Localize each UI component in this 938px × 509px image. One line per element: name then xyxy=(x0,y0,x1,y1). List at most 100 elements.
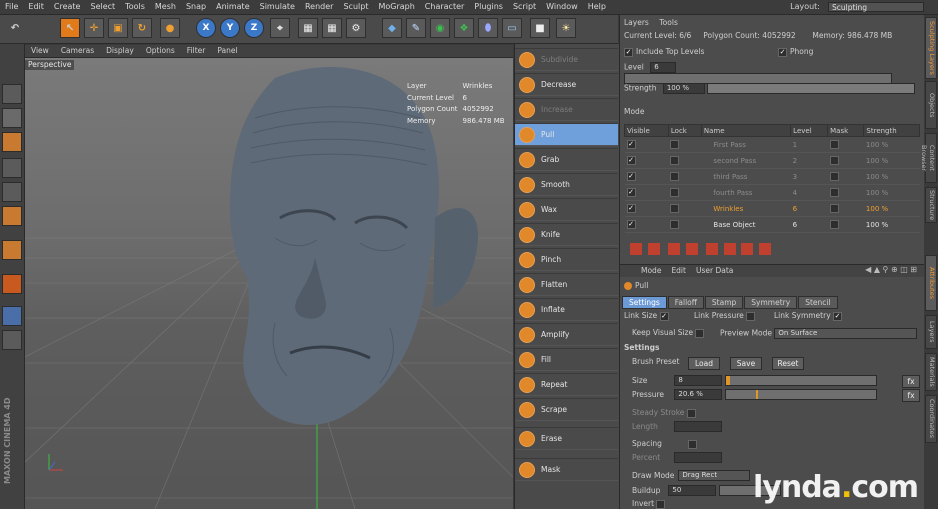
side-tab-layers[interactable]: Layers xyxy=(925,315,937,349)
light-icon[interactable]: ☀ xyxy=(556,18,576,38)
undo-icon[interactable]: ↶ xyxy=(4,18,26,38)
lock-workplane-icon[interactable] xyxy=(2,330,22,350)
menu-window[interactable]: Window xyxy=(541,0,583,14)
camera-label[interactable]: Perspective xyxy=(25,60,75,70)
side-tab-content-browser[interactable]: Content Browser xyxy=(920,133,937,183)
subdivision-surface-icon[interactable]: ◉ xyxy=(430,18,450,38)
brush-grab[interactable]: Grab xyxy=(515,148,618,171)
invert-checkbox[interactable] xyxy=(656,499,666,509)
lock-checkbox[interactable] xyxy=(670,188,680,197)
render-settings-icon[interactable]: ⚙ xyxy=(346,18,366,38)
cube-primitive-icon[interactable]: ◆ xyxy=(382,18,402,38)
camera-icon[interactable]: ■ xyxy=(530,18,550,38)
edges-mode-icon[interactable] xyxy=(2,182,22,202)
column-name[interactable]: Name xyxy=(700,124,792,137)
lock-checkbox[interactable] xyxy=(670,172,680,181)
column-strength[interactable]: Strength xyxy=(863,124,920,137)
visible-checkbox[interactable]: ✓ xyxy=(626,156,636,165)
link-symmetry-checkbox[interactable]: ✓ xyxy=(833,311,843,321)
merge-visible-icon[interactable] xyxy=(723,243,736,255)
brush-increase[interactable]: Increase xyxy=(515,98,618,121)
attributes-menu-user-data[interactable]: User Data xyxy=(691,265,738,277)
brush-knife[interactable]: Knife xyxy=(515,223,618,246)
lock-checkbox[interactable] xyxy=(670,156,680,165)
include-top-levels-checkbox[interactable]: ✓ xyxy=(624,47,633,57)
pressure-fx-button[interactable]: fx xyxy=(902,389,920,402)
snap-magnet-icon[interactable] xyxy=(2,274,22,294)
column-mask[interactable]: Mask xyxy=(827,124,865,137)
array-generator-icon[interactable]: ❖ xyxy=(454,18,474,38)
deformer-icon[interactable]: ⬮ xyxy=(478,18,498,38)
menu-create[interactable]: Create xyxy=(49,0,86,14)
visible-checkbox[interactable]: ✓ xyxy=(626,172,636,181)
steady-stroke-checkbox[interactable] xyxy=(686,408,696,418)
live-selection-icon[interactable]: ↖ xyxy=(60,18,80,38)
side-tab-sculpting-layers[interactable]: Sculpting Layers xyxy=(925,17,937,79)
render-picture-viewer-icon[interactable]: ▦ xyxy=(322,18,342,38)
menu-help[interactable]: Help xyxy=(583,0,611,14)
brush-amplify[interactable]: Amplify xyxy=(515,323,618,346)
menu-edit[interactable]: Edit xyxy=(23,0,49,14)
menu-file[interactable]: File xyxy=(0,0,23,14)
workplane-icon[interactable] xyxy=(2,306,22,326)
menu-tools[interactable]: Tools xyxy=(120,0,150,14)
load-button[interactable]: Load xyxy=(688,357,720,370)
link-size-checkbox[interactable]: ✓ xyxy=(659,311,669,321)
add-folder-icon[interactable] xyxy=(647,243,660,255)
pressure-field[interactable]: 20.6 % xyxy=(674,389,723,400)
axis-mode-icon[interactable] xyxy=(2,240,22,260)
attributes-menu-edit[interactable]: Edit xyxy=(666,265,691,277)
floor-icon[interactable]: ▭ xyxy=(502,18,522,38)
delete-layer-icon[interactable] xyxy=(668,243,681,255)
rotate-icon[interactable]: ↻ xyxy=(132,18,152,38)
column-visible[interactable]: Visible xyxy=(624,124,669,137)
paste-layer-icon[interactable] xyxy=(758,243,771,255)
visible-checkbox[interactable]: ✓ xyxy=(626,140,636,149)
brush-tool-icon[interactable]: ● xyxy=(160,18,180,38)
scale-icon[interactable]: ▣ xyxy=(108,18,128,38)
lock-checkbox[interactable] xyxy=(670,204,680,213)
subtab-symmetry[interactable]: Symmetry xyxy=(744,296,798,309)
subtab-falloff[interactable]: Falloff xyxy=(667,296,704,309)
clear-layer-icon[interactable] xyxy=(685,243,698,255)
brush-mask[interactable]: Mask xyxy=(515,458,618,481)
brush-wax[interactable]: Wax xyxy=(515,198,618,221)
brush-fill[interactable]: Fill xyxy=(515,348,618,371)
tab-layers[interactable]: Layers xyxy=(620,17,653,28)
z-axis-lock-button[interactable]: Z xyxy=(244,18,264,38)
column-level[interactable]: Level xyxy=(790,124,829,137)
layer-row[interactable]: ✓ fourth Pass 4 100 % xyxy=(624,184,920,201)
spacing-checkbox[interactable] xyxy=(688,439,698,449)
menu-animate[interactable]: Animate xyxy=(211,0,255,14)
lock-checkbox[interactable] xyxy=(670,140,680,149)
mask-checkbox[interactable] xyxy=(829,220,839,229)
polygons-mode-icon[interactable] xyxy=(2,206,22,226)
size-fx-button[interactable]: fx xyxy=(902,375,920,388)
draw-mode-select[interactable]: Drag Rect xyxy=(678,470,751,481)
menu-sculpt[interactable]: Sculpt xyxy=(338,0,373,14)
side-tab-objects[interactable]: Objects xyxy=(925,81,937,129)
mask-checkbox[interactable] xyxy=(829,204,839,213)
attributes-nav-icons[interactable]: ◀ ▲ ⚲ ⊕ ◫ ⊞ xyxy=(865,265,917,274)
menu-mesh[interactable]: Mesh xyxy=(150,0,181,14)
visible-checkbox[interactable]: ✓ xyxy=(626,188,636,197)
brush-flatten[interactable]: Flatten xyxy=(515,273,618,296)
texture-mode-icon[interactable] xyxy=(2,108,22,128)
brush-inflate[interactable]: Inflate xyxy=(515,298,618,321)
copy-layer-icon[interactable] xyxy=(741,243,754,255)
y-axis-lock-button[interactable]: Y xyxy=(220,18,240,38)
lock-checkbox[interactable] xyxy=(670,220,680,229)
viewport-menu-view[interactable]: View xyxy=(25,45,55,57)
column-lock[interactable]: Lock xyxy=(667,124,702,137)
spline-pen-icon[interactable]: ✎ xyxy=(406,18,426,38)
workplane-mode-icon[interactable] xyxy=(2,132,22,152)
layer-row[interactable]: ✓ third Pass 3 100 % xyxy=(624,168,920,185)
phong-checkbox[interactable]: ✓ xyxy=(778,47,787,57)
mask-checkbox[interactable] xyxy=(829,156,839,165)
visible-checkbox[interactable]: ✓ xyxy=(626,220,636,229)
tab-tools[interactable]: Tools xyxy=(655,17,681,28)
visible-checkbox[interactable]: ✓ xyxy=(626,204,636,213)
viewport-menu-cameras[interactable]: Cameras xyxy=(55,45,100,57)
layer-row[interactable]: ✓ Base Object 6 100 % xyxy=(624,216,920,233)
brush-decrease[interactable]: Decrease xyxy=(515,73,618,96)
